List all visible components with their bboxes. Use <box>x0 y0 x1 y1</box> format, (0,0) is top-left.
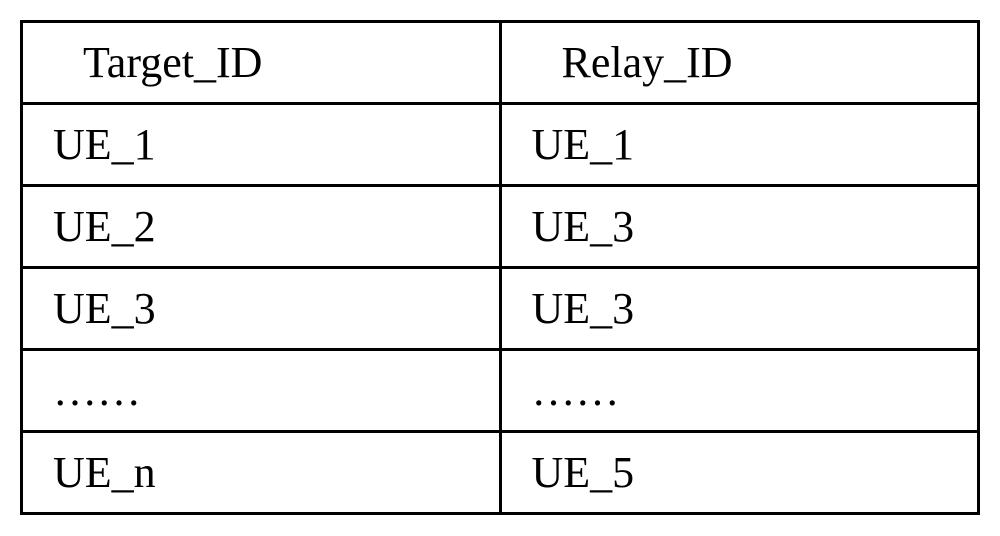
column-header-relay: Relay_ID <box>500 22 979 104</box>
table-row: UE_1 UE_1 <box>22 104 979 186</box>
table-row: UE_n UE_5 <box>22 432 979 514</box>
cell-target: …… <box>22 350 501 432</box>
cell-relay: UE_1 <box>500 104 979 186</box>
cell-target: UE_n <box>22 432 501 514</box>
table-header-row: Target_ID Relay_ID <box>22 22 979 104</box>
id-mapping-table: Target_ID Relay_ID UE_1 UE_1 UE_2 UE_3 U… <box>20 20 980 515</box>
cell-relay: UE_3 <box>500 186 979 268</box>
cell-relay: …… <box>500 350 979 432</box>
column-header-target: Target_ID <box>22 22 501 104</box>
cell-target: UE_1 <box>22 104 501 186</box>
cell-relay: UE_5 <box>500 432 979 514</box>
table-row: UE_3 UE_3 <box>22 268 979 350</box>
cell-target: UE_3 <box>22 268 501 350</box>
table-row: UE_2 UE_3 <box>22 186 979 268</box>
cell-relay: UE_3 <box>500 268 979 350</box>
cell-target: UE_2 <box>22 186 501 268</box>
table-row: …… …… <box>22 350 979 432</box>
